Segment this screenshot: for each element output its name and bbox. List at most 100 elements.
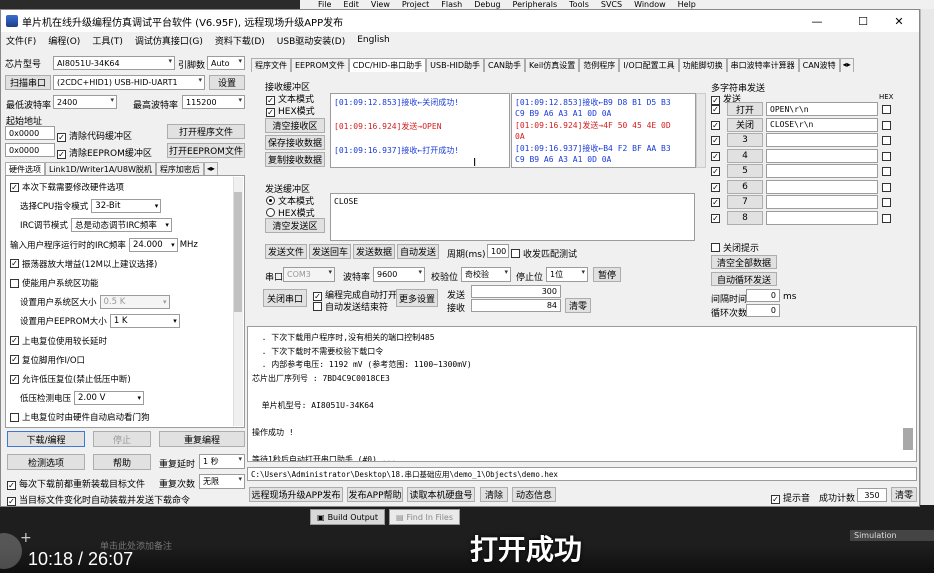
settings-button[interactable]: 设置 bbox=[209, 75, 245, 90]
multi-string-input[interactable] bbox=[766, 164, 878, 178]
download-button[interactable]: 下载/编程 bbox=[7, 431, 85, 447]
option-select[interactable]: 总是动态调节IRC频率 ▾ bbox=[70, 218, 172, 233]
multi-send-button[interactable]: 7 bbox=[727, 195, 763, 209]
checkbox-checked-icon[interactable]: ✓ bbox=[10, 182, 19, 192]
tab-scroll-arrows[interactable]: ◂▸ bbox=[839, 58, 854, 72]
receive-text-area[interactable]: [01:09:12.853]接收←关闭成功! [01:09:16.924]发送→O… bbox=[330, 93, 510, 168]
tab-hardware-options[interactable]: 硬件选项 bbox=[5, 162, 45, 176]
auto-send-on-change-checkbox[interactable]: ✓ 当目标文件变化时自动装载并发送下载命令 bbox=[7, 493, 190, 506]
checkbox-empty-icon[interactable] bbox=[882, 151, 891, 161]
checkbox-checked-icon[interactable]: ✓ bbox=[711, 213, 720, 223]
com-port-select[interactable]: COM3 ▾ bbox=[283, 267, 335, 282]
receive-hex-area[interactable]: [01:09:12.853]接收←B9 D8 B1 D5 B3 C9 B9 A6 … bbox=[511, 93, 696, 168]
open-program-file-button[interactable]: 打开程序文件 bbox=[167, 124, 245, 139]
pin-select[interactable]: Auto ▾ bbox=[207, 56, 245, 70]
read-hdd-button[interactable]: 读取本机硬盘号 bbox=[407, 487, 475, 502]
menu-item[interactable]: 资料下载(D) bbox=[215, 34, 265, 47]
repeat-count-select[interactable]: 无限 ▾ bbox=[199, 474, 245, 489]
min-baud-select[interactable]: 2400 ▾ bbox=[53, 95, 117, 109]
chip-select[interactable]: AI8051U-34K64 ▾ bbox=[53, 56, 175, 70]
checkbox-checked-icon[interactable]: ✓ bbox=[10, 336, 19, 346]
right-tab[interactable]: CAN助手 bbox=[484, 58, 526, 72]
checkbox-checked-icon[interactable]: ✓ bbox=[711, 182, 720, 192]
port-select[interactable]: (2CDC+HID1) USB-HID-UART1 ▾ bbox=[53, 75, 205, 90]
multi-string-input[interactable] bbox=[766, 195, 878, 209]
right-tab[interactable]: Keil仿真设置 bbox=[525, 58, 580, 72]
multi-send-button[interactable]: 3 bbox=[727, 133, 763, 147]
find-in-files-tab[interactable]: ▤ Find In Files bbox=[388, 509, 461, 525]
menu-item[interactable]: 编程(O) bbox=[48, 34, 80, 47]
tab-scroll-arrows[interactable]: ◂▸ bbox=[203, 162, 218, 176]
log-output[interactable]: . 下次下载用户程序时,没有相关的端口控制485 . 下次下载时不需要校验下载口… bbox=[247, 326, 917, 462]
multi-string-input[interactable] bbox=[766, 133, 878, 147]
save-receive-button[interactable]: 保存接收数据 bbox=[265, 135, 325, 150]
right-tab[interactable]: I/O口配置工具 bbox=[619, 58, 679, 72]
checkbox-checked-icon[interactable]: ✓ bbox=[711, 167, 720, 176]
recv-hex-mode-checkbox[interactable]: ✓ HEX模式 bbox=[266, 104, 315, 117]
ide-menu-item[interactable]: SVCS bbox=[601, 0, 622, 9]
option-select[interactable]: 24.000 ▾ bbox=[128, 237, 178, 252]
checkbox-empty-icon[interactable] bbox=[882, 198, 891, 207]
checkbox-checked-icon[interactable]: ✓ bbox=[711, 120, 720, 130]
scan-port-button[interactable]: 扫描串口 bbox=[5, 75, 51, 90]
send-return-button[interactable]: 发送回车 bbox=[309, 244, 351, 259]
clear-receive-button[interactable]: 清空接收区 bbox=[265, 118, 325, 133]
checkbox-empty-icon[interactable] bbox=[882, 167, 891, 176]
clear-success-button[interactable]: 清零 bbox=[891, 487, 917, 502]
checkbox-empty-icon[interactable] bbox=[882, 120, 891, 130]
multi-send-button[interactable]: 8 bbox=[727, 210, 763, 225]
checkbox-checked-icon[interactable]: ✓ bbox=[711, 198, 720, 207]
checkbox-checked-icon[interactable]: ✓ bbox=[10, 355, 19, 365]
beep-checkbox[interactable]: ✓ 提示音 bbox=[771, 491, 810, 504]
loop-count-input[interactable]: 0 bbox=[746, 304, 780, 317]
publish-app-button[interactable]: 远程现场升级APP发布 bbox=[249, 487, 343, 502]
checkbox-empty-icon[interactable] bbox=[882, 105, 891, 114]
multi-send-button[interactable]: 6 bbox=[727, 179, 763, 194]
multi-string-input[interactable]: CLOSE\r\n bbox=[766, 117, 878, 132]
option-select[interactable]: 32-Bit ▾ bbox=[91, 199, 162, 214]
activity-info-button[interactable]: 动态信息 bbox=[512, 487, 556, 502]
ide-menu-item[interactable]: Window bbox=[634, 0, 666, 9]
receive-scrollbar[interactable] bbox=[696, 93, 706, 168]
ide-menu-item[interactable]: Debug bbox=[474, 0, 500, 9]
multi-string-input[interactable]: OPEN\r\n bbox=[766, 102, 878, 116]
right-tab[interactable]: EEPROM文件 bbox=[291, 58, 349, 72]
checkbox-checked-icon[interactable]: ✓ bbox=[711, 105, 720, 114]
close-port-button[interactable]: 关闭串口 bbox=[263, 289, 307, 307]
auto-send-button[interactable]: 自动发送 bbox=[397, 244, 439, 259]
option-select[interactable]: 1 K ▾ bbox=[109, 314, 180, 329]
tab-offline[interactable]: Link1D/Writer1A/U8W脱机 bbox=[45, 162, 156, 176]
right-tab[interactable]: CDC/HID-串口助手 bbox=[348, 58, 427, 72]
clear-eeprom-checkbox[interactable]: ✓ 清除EEPROM缓冲区 bbox=[57, 146, 152, 159]
multi-string-input[interactable] bbox=[766, 179, 878, 194]
multi-send-button[interactable]: 4 bbox=[727, 148, 763, 163]
match-test-checkbox[interactable]: 收发匹配测试 bbox=[511, 247, 577, 260]
clear-all-data-button[interactable]: 清空全部数据 bbox=[711, 255, 777, 269]
menu-item[interactable]: English bbox=[357, 35, 390, 45]
more-settings-button[interactable]: 更多设置 bbox=[396, 289, 438, 307]
checkbox-empty-icon[interactable] bbox=[882, 213, 891, 223]
checkbox-checked-icon[interactable]: ✓ bbox=[10, 259, 19, 269]
option-select[interactable]: 2.00 V ▾ bbox=[74, 391, 145, 406]
right-tab[interactable]: 程序文件 bbox=[251, 58, 291, 72]
multi-string-input[interactable] bbox=[766, 148, 878, 163]
parity-select[interactable]: 奇校验 ▾ bbox=[461, 267, 511, 282]
reprogram-button[interactable]: 重复编程 bbox=[159, 431, 245, 447]
auto-send-end-checkbox[interactable]: 自动发送结束符 bbox=[313, 300, 388, 313]
add-icon[interactable]: + bbox=[20, 530, 32, 546]
stop-bit-select[interactable]: 1位 ▾ bbox=[546, 267, 588, 282]
code-address-input[interactable]: 0x0000 bbox=[5, 126, 55, 140]
right-tab[interactable]: 范例程序 bbox=[579, 58, 620, 72]
multi-string-input[interactable] bbox=[766, 210, 878, 225]
checkbox-empty-icon[interactable] bbox=[10, 412, 19, 422]
baud-select[interactable]: 9600 ▾ bbox=[373, 267, 425, 282]
ide-menu-item[interactable]: Project bbox=[402, 0, 429, 9]
eeprom-address-input[interactable]: 0x0000 bbox=[5, 143, 55, 157]
check-options-button[interactable]: 检测选项 bbox=[7, 454, 85, 470]
multi-send-button[interactable]: 打开 bbox=[727, 102, 763, 116]
right-tab[interactable]: USB-HID助手 bbox=[426, 58, 484, 72]
pause-button[interactable]: 暂停 bbox=[593, 267, 621, 282]
auto-loop-send-button[interactable]: 自动循环发送 bbox=[711, 272, 777, 286]
open-eeprom-file-button[interactable]: 打开EEPROM文件 bbox=[167, 143, 245, 158]
maximize-button[interactable]: ☐ bbox=[843, 10, 883, 32]
